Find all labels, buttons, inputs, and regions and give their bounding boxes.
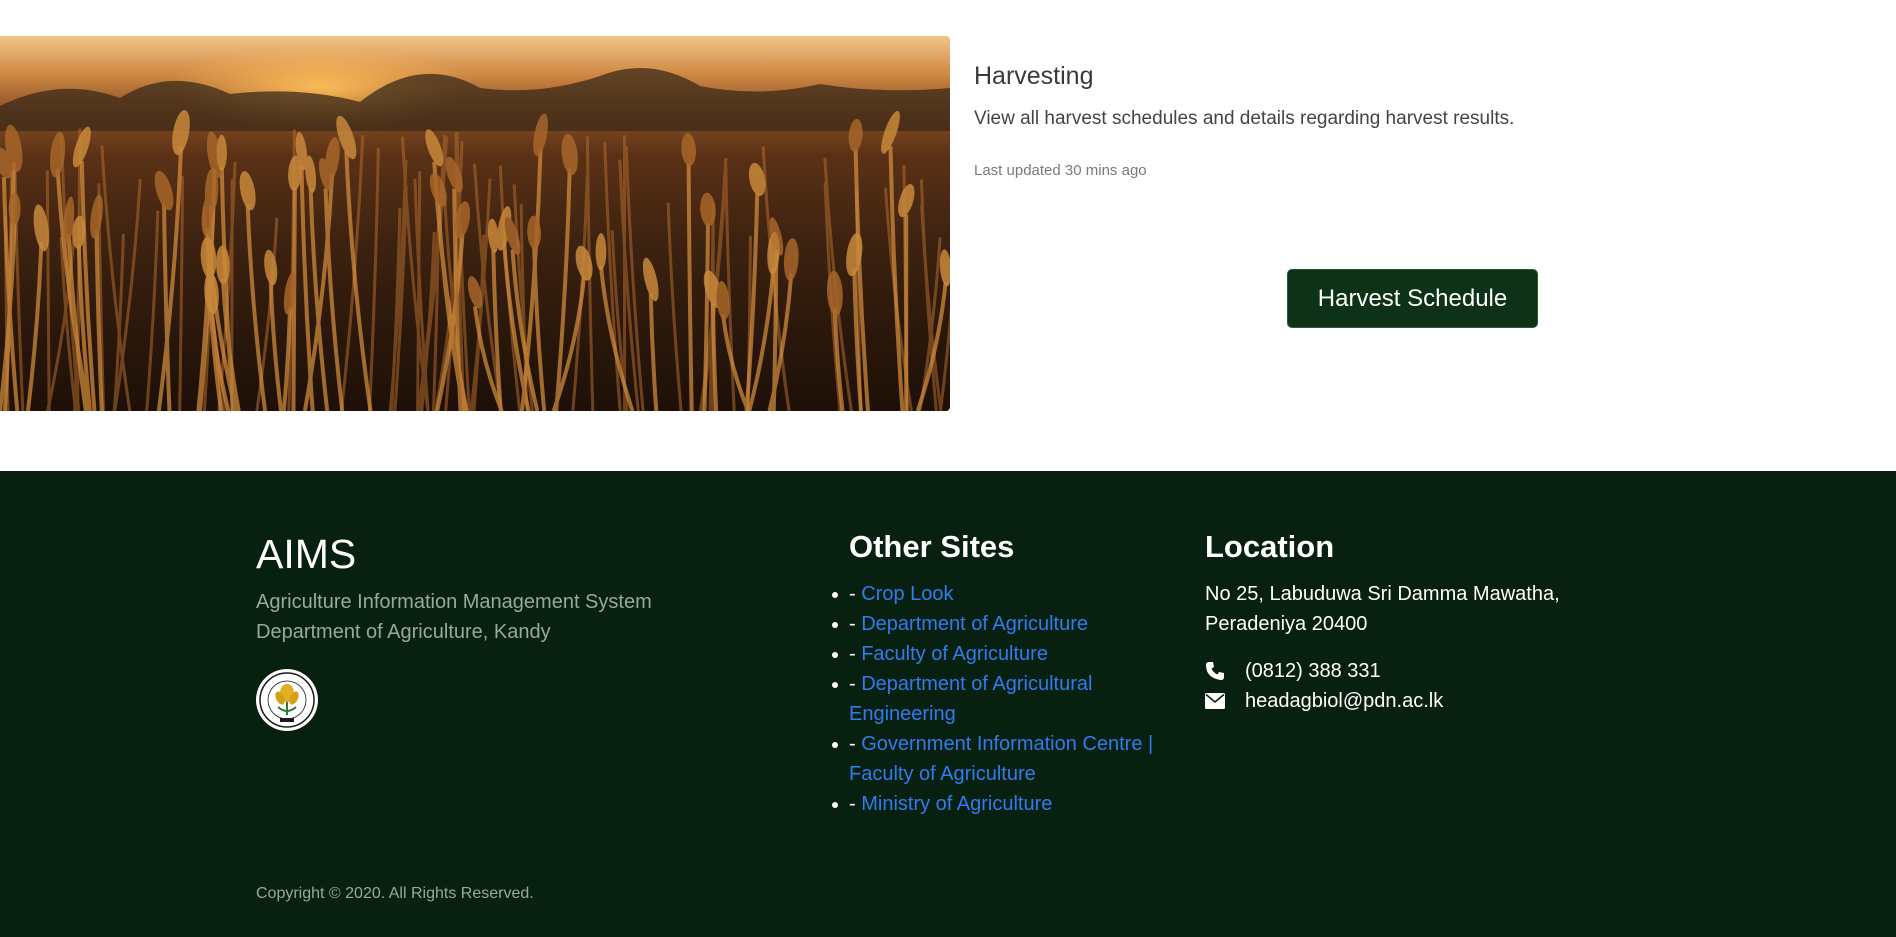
contact-email: headagbiol@pdn.ac.lk: [1205, 689, 1443, 713]
department-of-agriculture-link[interactable]: Department of Agriculture: [861, 613, 1088, 635]
phone-icon: [1205, 659, 1245, 683]
address-line-2: Peradeniya 20400: [1205, 613, 1368, 635]
agricultural-engineering-link[interactable]: Department of Agricultural Engineering: [849, 673, 1092, 725]
list-item: - Ministry of Agriculture: [832, 789, 1179, 819]
other-sites-list: - Crop Look - Department of Agriculture …: [832, 579, 1179, 819]
list-item: - Crop Look: [832, 579, 1179, 609]
footer-brand-subtitle: Agriculture Information Management Syste…: [256, 591, 652, 613]
wheat-field-image: [0, 36, 950, 411]
address-line-1: No 25, Labuduwa Sri Damma Mawatha,: [1205, 583, 1560, 605]
copyright-text: Copyright © 2020. All Rights Reserved.: [256, 885, 534, 902]
last-updated-text: Last updated 30 mins ago: [974, 162, 1147, 179]
site-footer: AIMS Agriculture Information Management …: [0, 471, 1896, 937]
list-item: - Government Information Centre | Facult…: [832, 729, 1179, 789]
card-title: Harvesting: [974, 62, 1094, 90]
crop-look-link[interactable]: Crop Look: [861, 583, 953, 605]
wheat-field-illustration: [0, 68, 950, 411]
ministry-of-agriculture-link[interactable]: Ministry of Agriculture: [861, 793, 1052, 815]
other-sites-heading: Other Sites: [849, 529, 1015, 564]
envelope-icon: [1205, 689, 1245, 713]
contact-phone: (0812) 388 331: [1205, 659, 1381, 683]
location-address: No 25, Labuduwa Sri Damma Mawatha, Perad…: [1205, 579, 1560, 639]
email-address: headagbiol@pdn.ac.lk: [1245, 689, 1444, 712]
footer-brand-department: Department of Agriculture, Kandy: [256, 621, 551, 643]
list-item: - Faculty of Agriculture: [832, 639, 1179, 669]
location-heading: Location: [1205, 529, 1335, 564]
list-item: - Department of Agricultural Engineering: [832, 669, 1179, 729]
department-emblem-logo: [256, 669, 318, 731]
government-information-centre-link[interactable]: Government Information Centre | Faculty …: [849, 733, 1153, 785]
faculty-of-agriculture-link[interactable]: Faculty of Agriculture: [861, 643, 1048, 665]
footer-brand-title: AIMS: [256, 531, 357, 577]
phone-number: (0812) 388 331: [1245, 659, 1381, 682]
harvesting-card: Harvesting View all harvest schedules an…: [0, 0, 1896, 471]
harvest-schedule-button[interactable]: Harvest Schedule: [1287, 269, 1538, 328]
card-description: View all harvest schedules and details r…: [974, 108, 1515, 129]
list-item: - Department of Agriculture: [832, 609, 1179, 639]
